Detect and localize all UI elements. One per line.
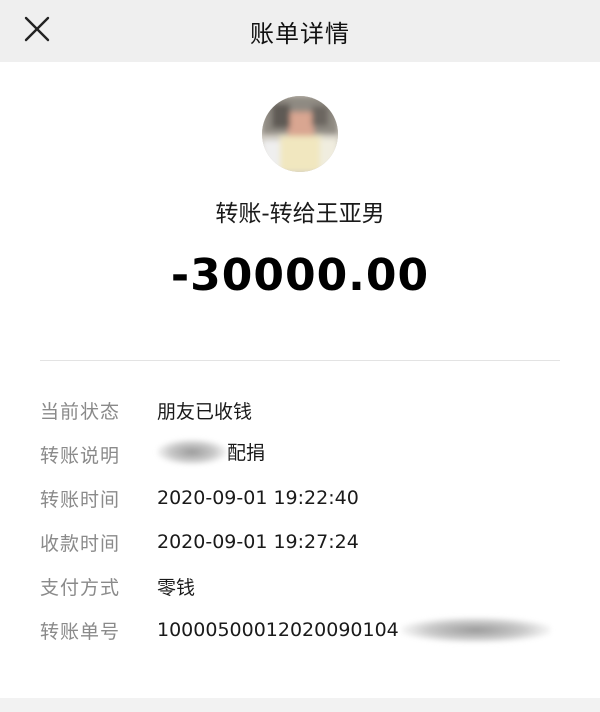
avatar[interactable] [262, 96, 338, 172]
transfer-summary: 转账-转给王亚男 -30000.00 [0, 62, 600, 362]
redaction-blob [157, 438, 227, 465]
redaction-blob [400, 617, 551, 643]
details-list: 当前状态 朋友已收钱 转账说明 配捐 转账时间 2020-09-01 19:22… [0, 388, 600, 652]
detail-value: 朋友已收钱 [157, 400, 253, 423]
detail-label: 转账时间 [40, 488, 121, 511]
detail-label: 收款时间 [40, 532, 121, 555]
detail-label: 转账单号 [40, 620, 121, 643]
detail-value: 零钱 [157, 576, 196, 599]
detail-label: 支付方式 [40, 576, 121, 599]
detail-row-status: 当前状态 朋友已收钱 [0, 388, 600, 432]
detail-row-payment-method: 支付方式 零钱 [0, 564, 600, 608]
close-button[interactable] [20, 12, 54, 46]
detail-row-order-number: 转账单号 10000500012020090104 [0, 608, 600, 652]
divider [40, 360, 560, 361]
detail-value: 2020-09-01 19:27:24 [157, 531, 359, 553]
close-icon [24, 16, 50, 42]
blurred-avatar [262, 96, 338, 172]
detail-label: 当前状态 [40, 400, 121, 423]
detail-row-receive-time: 收款时间 2020-09-01 19:27:24 [0, 520, 600, 564]
top-bar: 账单详情 [0, 0, 600, 62]
detail-value: 配捐 [157, 438, 265, 470]
detail-value: 10000500012020090104 [157, 617, 551, 643]
detail-row-remark: 转账说明 配捐 [0, 432, 600, 476]
page-title: 账单详情 [250, 19, 350, 48]
transfer-title: 转账-转给王亚男 [215, 201, 385, 227]
order-number-text: 10000500012020090104 [157, 619, 399, 641]
bottom-strip [0, 698, 600, 712]
detail-value: 2020-09-01 19:22:40 [157, 487, 359, 509]
remark-wrap: 配捐 [157, 438, 265, 465]
detail-row-transfer-time: 转账时间 2020-09-01 19:22:40 [0, 476, 600, 520]
remark-text: 配捐 [227, 442, 266, 465]
transfer-amount: -30000.00 [170, 250, 430, 301]
order-wrap: 10000500012020090104 [157, 617, 551, 643]
detail-label: 转账说明 [40, 444, 121, 467]
